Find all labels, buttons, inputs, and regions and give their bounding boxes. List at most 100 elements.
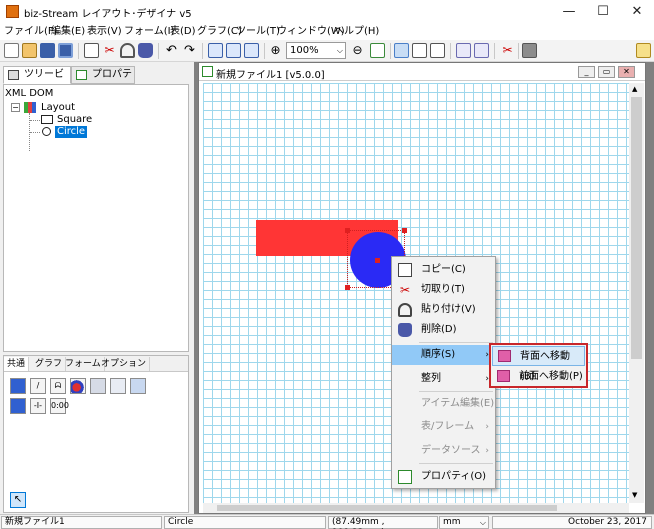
menu-item-align-label: 整列 [421,373,441,384]
toolbar-separator [264,43,265,59]
status-file: 新規ファイル1 [1,516,162,529]
tree-item-square[interactable]: Square [57,114,92,126]
menu-item-item-edit-label: アイテム編集(E) [421,398,495,409]
scroll-up-icon[interactable]: ▲ [632,85,637,93]
center-handle[interactable] [375,258,380,263]
menu-item-properties[interactable]: プロパティ(O) [392,467,495,487]
page-icon[interactable] [208,43,223,58]
menu-item-delete[interactable]: 削除(D) [392,320,495,340]
status-bar: 新規ファイル1 Circle (87.49mm , 109.32mm) mm ⌵… [0,514,654,529]
new-file-icon[interactable] [4,43,19,58]
menu-edit[interactable]: 編集(E) [51,25,85,39]
tree-item-circle[interactable]: Circle [55,126,88,138]
resize-handle[interactable] [345,228,350,233]
horizontal-scrollbar[interactable] [203,503,629,513]
doc-close-button[interactable]: ✕ [618,66,635,78]
menu-help[interactable]: ヘルプ(H) [334,25,379,39]
undo-icon[interactable]: ↶ [164,43,179,58]
maximize-button[interactable]: ☐ [586,0,620,24]
menu-view[interactable]: 表示(V) [87,25,122,39]
document-title-bar: 新規ファイル1 [v5.0.0] _ ▭ ✕ [199,63,645,81]
tab-properties[interactable]: プロパティ [71,66,135,96]
square-icon [41,115,53,124]
status-date: October 23, 2017 [492,516,652,529]
save-all-icon[interactable] [58,43,73,58]
table-icon[interactable] [412,43,427,58]
paste-icon[interactable] [120,43,135,58]
zoom-out-icon[interactable]: ⊖ [350,43,365,58]
save-icon[interactable] [40,43,55,58]
tree-item-layout[interactable]: Layout [41,102,75,114]
status-coords: (87.49mm , 109.32mm) [328,516,438,529]
palette-panel: 共通 グラフ フォーム オプション / ᗣ -I- 0:00 ↖ [3,355,189,513]
palette-text-icon[interactable] [10,378,26,394]
menu-item-paste-label: 貼り付け(V) [421,304,476,315]
open-folder-icon[interactable] [22,43,37,58]
palette-image-icon[interactable] [90,378,106,394]
paste-icon [398,303,412,317]
edit-icon[interactable] [370,43,385,58]
menu-item-delete-label: 削除(D) [421,324,457,335]
menu-item-copy-label: コピー(C) [421,264,466,275]
menu-item-copy[interactable]: コピー(C) [392,260,495,280]
preview-icon[interactable] [244,43,259,58]
palette-barcode-icon[interactable] [10,398,26,414]
chevron-down-icon: ⌵ [479,518,486,527]
palette-time-icon[interactable]: 0:00 [50,398,69,414]
horizontal-scroll-thumb[interactable] [217,505,557,511]
palette-shapes-icon[interactable] [70,378,86,394]
menu-file[interactable]: ファイル(F) [4,25,58,39]
palette-line-icon[interactable]: / [30,378,46,394]
menu-item-bring-to-front-label: 前面へ移動(P) [519,371,583,382]
palette-pagenum-icon[interactable]: -I- [30,398,46,414]
tree-panel: XML DOM − Layout Square Circle [3,84,189,352]
scroll-down-icon[interactable]: ▼ [632,491,637,499]
palette-tab-graph[interactable]: グラフ [32,357,67,371]
tools-icon[interactable]: ✂ [500,43,515,58]
menu-item-cut-label: 切取り(T) [421,284,465,295]
menu-table[interactable]: 表(D) [170,25,196,39]
resize-handle[interactable] [345,285,350,290]
delete-icon[interactable] [138,43,153,58]
left-panel: ツリービュー プロパティ XML DOM − Layout Square Cir… [0,62,194,514]
unit-select[interactable]: mm ⌵ [439,516,489,529]
pointer-tool-icon[interactable]: ↖ [10,492,26,508]
palette-tab-common[interactable]: 共通 [4,357,30,371]
notes-icon[interactable] [636,43,651,58]
copy-icon[interactable] [84,43,99,58]
menu-item-bring-to-front[interactable]: 前面へ移動(P) [492,367,585,387]
order-submenu: 背面へ移動(B) 前面へ移動(P) [489,343,588,388]
page-setup-icon[interactable] [226,43,241,58]
menu-form[interactable]: フォーム(I) [124,25,174,39]
menu-item-paste[interactable]: 貼り付け(V) [392,300,495,320]
zoom-in-icon[interactable]: ⊕ [268,43,283,58]
menu-tools[interactable]: ツール(T) [236,25,280,39]
menu-item-order[interactable]: 順序(S) › [392,345,495,365]
menu-item-send-to-back[interactable]: 背面へ移動(B) [492,346,585,382]
menu-item-align[interactable]: 整列 › [392,369,495,389]
doc-minimize-button[interactable]: _ [578,66,595,78]
resize-handle[interactable] [402,228,407,233]
grid-icon[interactable] [394,43,409,58]
minimize-button[interactable]: — [552,0,586,24]
check-icon[interactable] [474,43,489,58]
palette-frame-icon[interactable] [130,378,146,394]
list-icon[interactable] [430,43,445,58]
redo-icon[interactable]: ↷ [182,43,197,58]
vertical-scrollbar[interactable]: ▲ ▼ [629,83,644,503]
vertical-scroll-thumb[interactable] [631,97,642,359]
search-icon[interactable] [456,43,471,58]
doc-restore-button[interactable]: ▭ [598,66,615,78]
menu-item-table-frame-label: 表/フレーム [421,421,475,432]
close-button[interactable]: ✕ [620,0,654,24]
tab-tree-view[interactable]: ツリービュー [3,66,71,96]
cut-icon[interactable]: ✂ [102,43,117,58]
palette-table-icon[interactable] [110,378,126,394]
stop-icon[interactable] [522,43,537,58]
collapse-icon[interactable]: − [11,103,20,112]
menu-item-cut[interactable]: ✂ 切取り(T) [392,280,495,300]
palette-tab-options[interactable]: オプション [98,357,151,371]
palette-chart-icon[interactable]: ᗣ [50,378,66,394]
zoom-select[interactable]: 100% ⌵ [286,42,346,59]
tree-line [30,120,40,121]
